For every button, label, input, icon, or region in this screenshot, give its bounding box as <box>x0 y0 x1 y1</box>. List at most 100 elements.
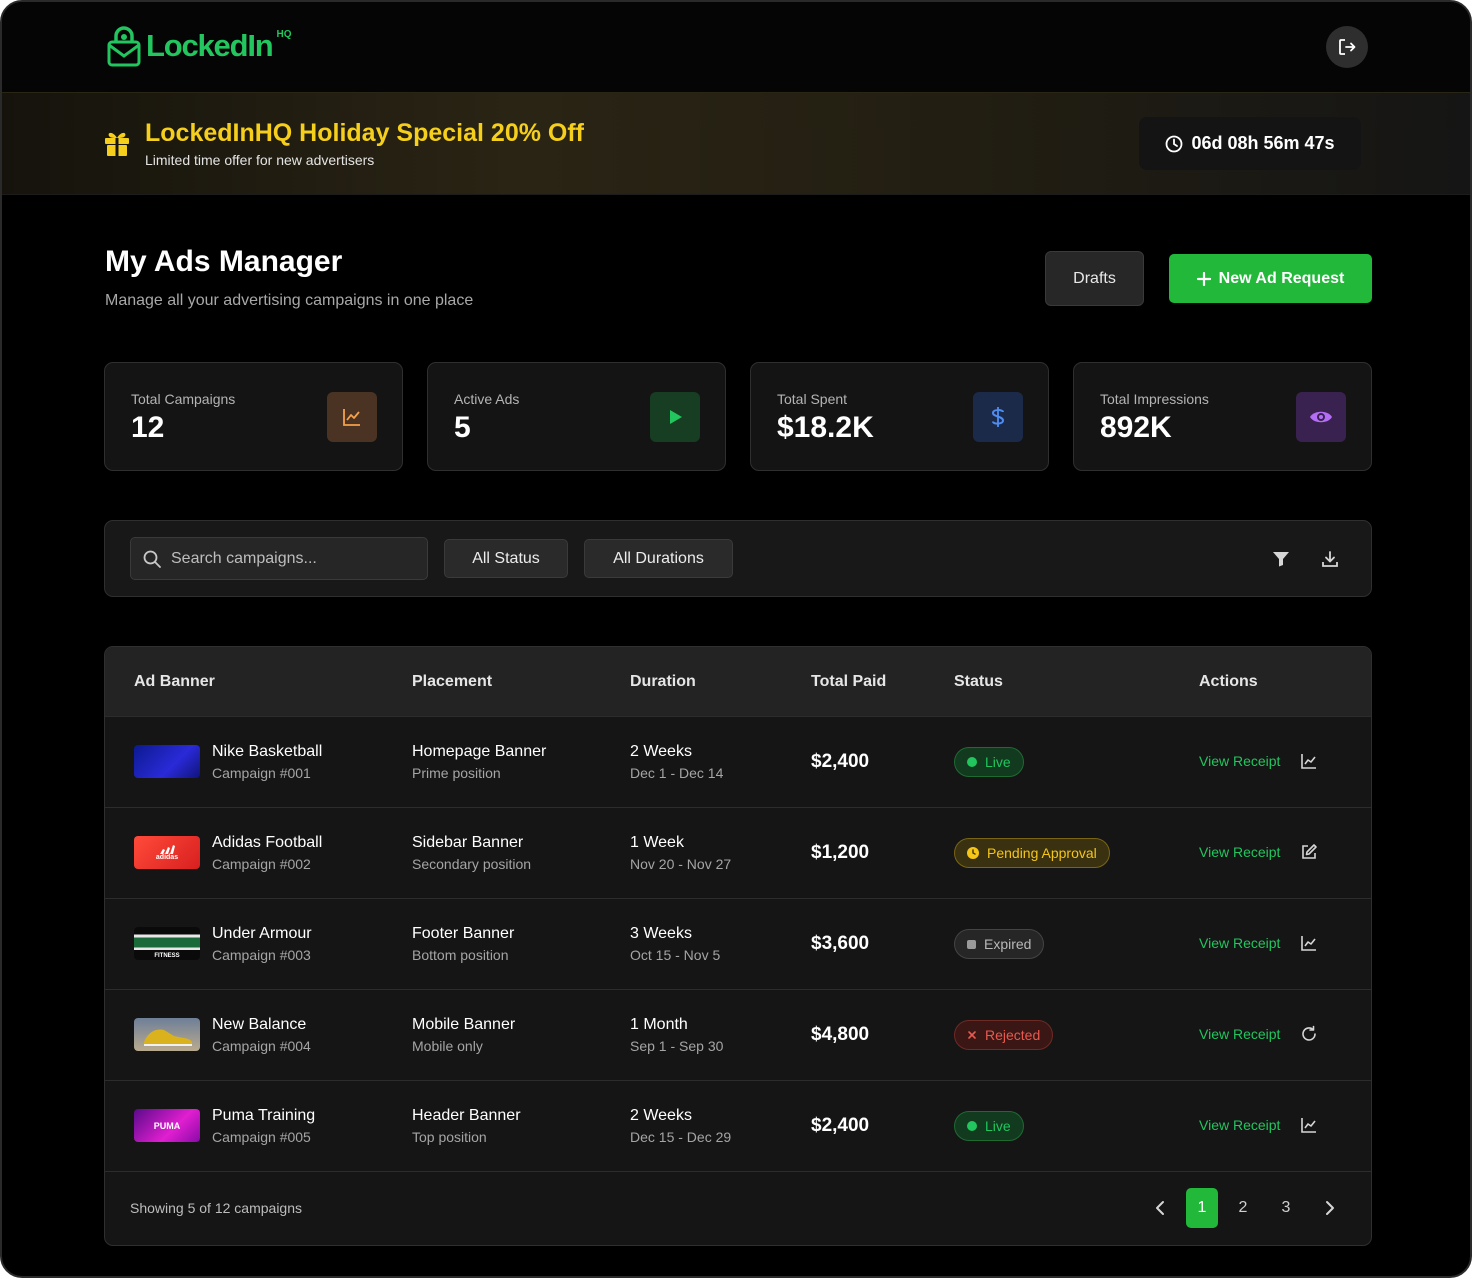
search-icon <box>143 550 161 568</box>
drafts-button[interactable]: Drafts <box>1045 251 1144 306</box>
eye-icon <box>1296 392 1346 442</box>
campaign-id: Campaign #003 <box>212 947 311 963</box>
countdown-text: 06d 08h 56m 47s <box>1191 133 1335 153</box>
adidas-thumbnail-text: adidas <box>155 854 179 861</box>
refresh-icon[interactable] <box>1299 1024 1319 1044</box>
duration: 1 Week <box>630 834 684 851</box>
campaigns-table: Ad Banner Placement Duration Total Paid … <box>104 646 1372 1246</box>
app-window: LockedIn HQ LockedInHQ Holiday Special 2… <box>0 0 1472 1278</box>
date-range: Dec 1 - Dec 14 <box>630 765 724 781</box>
new-ad-request-button[interactable]: New Ad Request <box>1169 254 1372 303</box>
duration: 3 Weeks <box>630 925 692 942</box>
campaign-name: New Balance <box>212 1016 307 1033</box>
analytics-icon[interactable] <box>1299 933 1319 953</box>
table-row: FITNESS Under Armour Campaign #003 Foote… <box>105 899 1371 990</box>
status-filter-select[interactable]: All Status <box>444 539 568 578</box>
page-title: My Ads Manager <box>105 245 343 278</box>
table-row: PUMA Puma Training Campaign #005 Header … <box>105 1081 1371 1172</box>
campaign-id: Campaign #002 <box>212 856 311 872</box>
total-paid: $4,800 <box>811 1024 870 1045</box>
duration: 2 Weeks <box>630 743 692 760</box>
placement-detail: Top position <box>412 1129 487 1145</box>
stat-label: Active Ads <box>454 391 520 407</box>
search-input[interactable] <box>171 538 421 579</box>
column-header: Total Paid <box>811 673 887 690</box>
status-badge: Rejected <box>954 1020 1054 1050</box>
pagination-summary: Showing 5 of 12 campaigns <box>130 1200 302 1216</box>
total-paid: $2,400 <box>811 751 870 772</box>
status-text: Expired <box>984 936 1032 952</box>
logo-text: LockedIn <box>146 28 274 63</box>
analytics-icon[interactable] <box>1299 1115 1319 1135</box>
page-button-1[interactable]: 1 <box>1186 1188 1218 1228</box>
stat-value: $18.2K <box>777 411 874 444</box>
placement-detail: Prime position <box>412 765 501 781</box>
duration: 1 Month <box>630 1016 688 1033</box>
play-icon <box>650 392 700 442</box>
stat-card-total-spent: Total Spent $18.2K <box>750 362 1049 471</box>
dollar-icon <box>973 392 1023 442</box>
page-button-2[interactable]: 2 <box>1227 1188 1259 1228</box>
stat-card-total-impressions: Total Impressions 892K <box>1073 362 1372 471</box>
view-receipt-link[interactable]: View Receipt <box>1199 753 1280 769</box>
download-icon[interactable] <box>1319 548 1341 570</box>
puma-thumbnail: PUMA <box>134 1109 200 1142</box>
campaign-name: Puma Training <box>212 1107 316 1124</box>
logo[interactable]: LockedIn HQ <box>106 24 291 68</box>
column-header: Status <box>954 673 1003 690</box>
promo-subtitle: Limited time offer for new advertisers <box>145 152 375 168</box>
logout-icon <box>1339 39 1356 55</box>
view-receipt-link[interactable]: View Receipt <box>1199 844 1280 860</box>
status-text: Live <box>985 754 1011 770</box>
stat-value: 892K <box>1100 411 1172 444</box>
previous-page-icon[interactable] <box>1150 1198 1170 1218</box>
status-text: Rejected <box>985 1027 1041 1043</box>
new-ad-request-label: New Ad Request <box>1218 269 1345 287</box>
duration-filter-select[interactable]: All Durations <box>584 539 733 578</box>
column-header: Duration <box>630 673 696 690</box>
status-badge: Expired <box>954 929 1045 959</box>
table-row: Nike Basketball Campaign #001 Homepage B… <box>105 717 1371 808</box>
analytics-icon[interactable] <box>1299 751 1319 771</box>
total-paid: $2,400 <box>811 1115 870 1136</box>
duration: 2 Weeks <box>630 1107 692 1124</box>
logout-button[interactable] <box>1326 26 1368 68</box>
table-header: Ad Banner Placement Duration Total Paid … <box>105 647 1371 717</box>
gift-icon <box>105 132 129 156</box>
page-button-3[interactable]: 3 <box>1270 1188 1302 1228</box>
placement: Mobile Banner <box>412 1016 516 1033</box>
adidas-thumbnail: adidas <box>134 836 200 869</box>
edit-icon[interactable] <box>1299 842 1319 862</box>
countdown-timer: 06d 08h 56m 47s <box>1139 117 1361 170</box>
table-row: New Balance Campaign #004 Mobile Banner … <box>105 990 1371 1081</box>
stat-label: Total Impressions <box>1100 391 1209 407</box>
status-badge: Live <box>954 1111 1024 1141</box>
search-box <box>130 537 428 580</box>
fitness-thumbnail-text: FITNESS <box>154 953 180 959</box>
placement: Footer Banner <box>412 925 515 942</box>
next-page-icon[interactable] <box>1320 1198 1340 1218</box>
status-badge: Live <box>954 747 1024 777</box>
status-text: Pending Approval <box>987 845 1097 861</box>
stat-card-total-campaigns: Total Campaigns 12 <box>104 362 403 471</box>
filter-icon[interactable] <box>1270 548 1292 570</box>
sneaker-thumbnail <box>134 1018 200 1051</box>
placement-detail: Secondary position <box>412 856 532 872</box>
column-header: Actions <box>1199 673 1258 690</box>
placement: Header Banner <box>412 1107 521 1124</box>
fitness-thumbnail: FITNESS <box>134 927 200 960</box>
view-receipt-link[interactable]: View Receipt <box>1199 935 1280 951</box>
placement: Homepage Banner <box>412 743 547 760</box>
padlock-envelope-icon <box>107 26 141 67</box>
campaign-id: Campaign #001 <box>212 765 311 781</box>
campaign-name: Adidas Football <box>212 834 323 851</box>
stat-value: 12 <box>131 411 165 444</box>
table-row: adidas Adidas Football Campaign #002 Sid… <box>105 808 1371 899</box>
stat-label: Total Spent <box>777 391 848 407</box>
view-receipt-link[interactable]: View Receipt <box>1199 1026 1280 1042</box>
x-icon <box>968 1031 976 1039</box>
view-receipt-link[interactable]: View Receipt <box>1199 1117 1280 1133</box>
promo-title: LockedInHQ Holiday Special 20% Off <box>145 119 585 147</box>
date-range: Sep 1 - Sep 30 <box>630 1038 724 1054</box>
puma-thumbnail-text: PUMA <box>153 1120 181 1131</box>
